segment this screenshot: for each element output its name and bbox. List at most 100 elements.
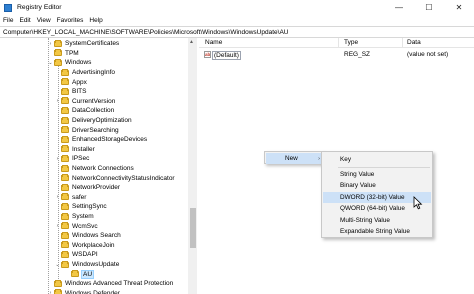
close-button[interactable]: ✕ bbox=[444, 0, 474, 15]
folder-icon bbox=[61, 68, 69, 76]
tree-item[interactable]: WorkplaceJoin bbox=[54, 241, 115, 251]
tree-item[interactable]: Installer bbox=[54, 145, 95, 155]
tree-item[interactable]: System bbox=[54, 212, 94, 222]
expand-icon[interactable]: › bbox=[54, 154, 61, 163]
tree-item[interactable]: ⌄ WindowsUpdate bbox=[54, 260, 119, 270]
tree-item[interactable]: DriverSearching bbox=[54, 125, 119, 135]
folder-icon bbox=[61, 212, 69, 220]
tree-item[interactable]: › WcmSvc bbox=[54, 221, 98, 231]
column-divider[interactable] bbox=[402, 38, 403, 48]
tree-item-label: Installer bbox=[72, 145, 95, 153]
tree-item-label: WcmSvc bbox=[72, 222, 98, 230]
tree-item[interactable]: Windows Search bbox=[54, 231, 121, 241]
menu-file[interactable]: File bbox=[0, 17, 16, 24]
expand-icon[interactable]: › bbox=[47, 39, 54, 48]
tree-item[interactable]: Appx bbox=[54, 77, 87, 87]
submenu-item-label: Expandable String Value bbox=[340, 228, 410, 235]
submenu-item[interactable]: String Value bbox=[323, 169, 431, 180]
tree-item[interactable]: Network Connections bbox=[54, 164, 134, 174]
folder-icon bbox=[61, 145, 69, 153]
value-row-default[interactable]: ab (Default) REG_SZ (value not set) bbox=[199, 50, 474, 60]
tree-item[interactable]: AU bbox=[64, 269, 95, 279]
folder-icon bbox=[61, 231, 69, 239]
folder-icon bbox=[54, 289, 62, 294]
scrollbar-thumb[interactable] bbox=[189, 208, 196, 248]
submenu-item[interactable]: Multi-String Value bbox=[323, 215, 431, 226]
collapse-icon[interactable]: ⌄ bbox=[47, 58, 54, 67]
submenu-item-label: String Value bbox=[340, 170, 375, 178]
folder-icon bbox=[54, 49, 62, 57]
tree-item[interactable]: DataCollection bbox=[54, 106, 114, 116]
folder-icon bbox=[61, 154, 69, 162]
folder-icon bbox=[61, 250, 69, 258]
tree-item[interactable]: DeliveryOptimization bbox=[54, 116, 132, 126]
registry-editor-icon bbox=[4, 3, 12, 12]
expand-icon[interactable]: › bbox=[47, 289, 54, 294]
tree-item-label: Windows Defender bbox=[65, 289, 120, 294]
scroll-up-arrow-icon[interactable]: ▲ bbox=[189, 39, 194, 45]
collapse-icon[interactable]: ⌄ bbox=[54, 260, 61, 269]
tree-item[interactable]: Windows Advanced Threat Protection bbox=[47, 279, 173, 289]
submenu-item[interactable]: Expandable String Value bbox=[323, 226, 431, 237]
column-divider[interactable] bbox=[338, 38, 339, 48]
minimize-button[interactable]: — bbox=[384, 0, 414, 15]
tree-item-label: Network Connections bbox=[72, 165, 134, 173]
tree-item-label: DriverSearching bbox=[72, 126, 119, 134]
folder-icon bbox=[61, 183, 69, 191]
expand-icon[interactable]: › bbox=[54, 222, 61, 231]
column-header-name[interactable]: Name bbox=[205, 39, 222, 46]
tree-item[interactable]: EnhancedStorageDevices bbox=[54, 135, 147, 145]
menu-favorites[interactable]: Favorites bbox=[54, 17, 87, 24]
tree-item[interactable]: › SystemCertificates bbox=[47, 39, 119, 49]
submenu-item[interactable]: Key bbox=[323, 154, 431, 165]
list-header: Name Type Data bbox=[199, 38, 474, 48]
folder-icon bbox=[54, 279, 62, 287]
tree-item-label: safer bbox=[72, 193, 87, 201]
column-header-data[interactable]: Data bbox=[407, 39, 421, 46]
tree-scrollbar[interactable]: ▲ bbox=[188, 38, 197, 294]
new-submenu: Key String Value Binary Value DWORD (32-bit… bbox=[321, 151, 433, 238]
submenu-item[interactable]: Binary Value bbox=[323, 180, 431, 191]
value-type: REG_SZ bbox=[344, 51, 371, 58]
tree-item-label: WSDAPI bbox=[72, 251, 98, 259]
tree-item[interactable]: TPM bbox=[47, 49, 79, 59]
tree-item[interactable]: AdvertisingInfo bbox=[54, 68, 115, 78]
column-header-type[interactable]: Type bbox=[344, 39, 358, 46]
tree-item[interactable]: WSDAPI bbox=[54, 250, 98, 260]
menu-help[interactable]: Help bbox=[86, 17, 105, 24]
maximize-button[interactable]: ☐ bbox=[414, 0, 444, 15]
tree-item[interactable]: ⌄ Windows bbox=[47, 58, 91, 68]
expand-icon[interactable]: › bbox=[54, 97, 61, 106]
tree-item-label: TPM bbox=[65, 49, 79, 57]
tree-item[interactable]: › safer bbox=[54, 193, 86, 203]
folder-icon bbox=[61, 193, 69, 201]
tree-item-label: CurrentVersion bbox=[72, 97, 116, 105]
tree-item[interactable]: › Windows Defender bbox=[47, 289, 120, 294]
menu-item-new[interactable]: New › bbox=[266, 153, 324, 164]
tree-item-label: NetworkConnectivityStatusIndicator bbox=[72, 174, 175, 182]
tree-item[interactable]: › IPSec bbox=[54, 154, 89, 164]
tree-item[interactable]: SettingSync bbox=[54, 202, 107, 212]
tree-item[interactable]: NetworkProvider bbox=[54, 183, 120, 193]
tree-item-label: SettingSync bbox=[72, 203, 107, 211]
address-bar[interactable]: Computer\HKEY_LOCAL_MACHINE\SOFTWARE\Pol… bbox=[0, 26, 474, 38]
tree-item[interactable]: BITS bbox=[54, 87, 86, 97]
menu-view[interactable]: View bbox=[34, 17, 54, 24]
tree-item[interactable]: › CurrentVersion bbox=[54, 97, 115, 107]
tree-item[interactable]: NetworkConnectivityStatusIndicator bbox=[54, 173, 175, 183]
expand-icon[interactable]: › bbox=[54, 193, 61, 202]
tree-item-label: WorkplaceJoin bbox=[72, 241, 115, 249]
tree-item-label: Windows bbox=[65, 59, 92, 67]
menu-edit[interactable]: Edit bbox=[16, 17, 33, 24]
submenu-item-label: Multi-String Value bbox=[340, 216, 390, 224]
folder-icon bbox=[54, 39, 62, 47]
submenu-item-label: DWORD (32-bit) Value bbox=[340, 193, 405, 201]
